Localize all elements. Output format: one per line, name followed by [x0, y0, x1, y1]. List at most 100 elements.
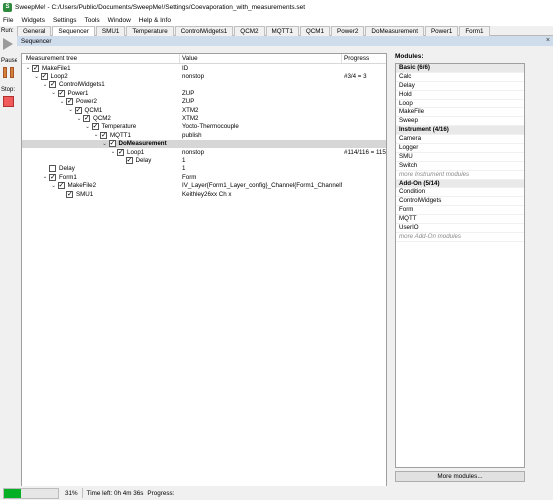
more-modules-link[interactable]: more Add-On modules	[396, 233, 524, 242]
module-item[interactable]: Camera	[396, 135, 524, 145]
tree-name-cell: SMU1	[22, 190, 180, 198]
tree-row[interactable]: ⌄ Power2 ZUP	[22, 98, 386, 106]
chevron-down-icon[interactable]: ⌄	[92, 132, 100, 138]
menu-widgets[interactable]: Widgets	[21, 17, 44, 24]
tree-row[interactable]: ⌄ Temperature Yocto-Thermocouple	[22, 123, 386, 131]
chevron-down-icon[interactable]: ⌄	[75, 116, 83, 122]
tree-row[interactable]: ⌄ ControlWidgets1	[22, 81, 386, 89]
tree-row[interactable]: ⌄ QCM2 XTM2	[22, 114, 386, 123]
tree-checkbox[interactable]	[74, 106, 82, 114]
module-item[interactable]: Condition	[396, 188, 524, 198]
tree-checkbox[interactable]	[91, 123, 99, 131]
tree-row[interactable]: Delay 1	[22, 156, 386, 164]
chevron-down-icon[interactable]: ⌄	[58, 99, 66, 105]
tree-checkbox[interactable]	[108, 140, 116, 148]
tab-form1[interactable]: Form1	[459, 26, 490, 36]
module-item[interactable]: Delay	[396, 82, 524, 91]
sequencer-panel-header: Sequencer ×	[17, 36, 553, 46]
tree-checkbox[interactable]	[66, 190, 73, 198]
status-divider	[81, 488, 83, 498]
run-play-icon[interactable]	[3, 38, 13, 50]
more-modules-button[interactable]: More modules...	[395, 471, 525, 482]
menu-help-info[interactable]: Help & Info	[139, 17, 171, 24]
tree-row[interactable]: SMU1 Keithley26xx Ch x	[22, 190, 386, 198]
chevron-down-icon[interactable]: ⌄	[41, 174, 49, 180]
chevron-down-icon[interactable]: ⌄	[50, 183, 58, 189]
tree-checkbox[interactable]	[49, 173, 56, 181]
tree-checkbox[interactable]	[117, 148, 124, 156]
tree-checkbox[interactable]	[57, 89, 65, 97]
tree-row[interactable]: ⌄ MQTT1 publish	[22, 131, 386, 139]
module-item[interactable]: MQTT	[396, 215, 524, 225]
tree-row[interactable]: ⌄ MakeFile1 ID	[22, 64, 386, 72]
module-category-header[interactable]: Instrument (4/16)	[396, 126, 524, 136]
module-item[interactable]: MakeFile	[396, 108, 524, 118]
tree-checkbox[interactable]	[57, 182, 65, 190]
tree-row[interactable]: ⌄ Loop2 nonstop #3/4 = 3	[22, 72, 386, 81]
tab-power2[interactable]: Power2	[331, 26, 365, 36]
tree-row[interactable]: ⌄ QCM1 XTM2	[22, 106, 386, 114]
tree-row[interactable]: ⌄ Form1 Form	[22, 173, 386, 181]
tree-value-cell: XTM2	[182, 115, 199, 123]
module-item[interactable]: Loop	[396, 100, 524, 109]
tree-row[interactable]: ⌄ MakeFile2 IV_Layer{Form1_Layer_config}_C…	[22, 181, 386, 190]
tree-name-cell: Delay	[22, 156, 180, 164]
module-item[interactable]: ControlWidgets	[396, 197, 524, 207]
module-category-header[interactable]: Basic (6/6)	[396, 64, 524, 73]
stop-icon[interactable]	[3, 96, 14, 107]
menu-file[interactable]: File	[3, 17, 13, 24]
tree-checkbox[interactable]	[66, 98, 73, 106]
header-value[interactable]: Value	[180, 54, 342, 63]
measurement-tree[interactable]: Measurement tree Value Progress ⌄MakeFil…	[21, 53, 387, 489]
panel-title: Sequencer	[21, 37, 52, 45]
module-item[interactable]: Sweep	[396, 117, 524, 127]
tree-checkbox[interactable]	[40, 73, 48, 81]
module-item[interactable]: SMU	[396, 153, 524, 162]
header-progress[interactable]: Progress	[342, 54, 386, 63]
tree-checkbox[interactable]	[125, 156, 133, 164]
menu-settings[interactable]: Settings	[53, 17, 77, 24]
tree-checkbox[interactable]	[49, 81, 56, 89]
close-icon[interactable]: ×	[546, 37, 550, 44]
pause-icon[interactable]	[3, 67, 14, 78]
tab-temperature[interactable]: Temperature	[126, 26, 174, 36]
tab-power1[interactable]: Power1	[424, 26, 459, 36]
module-item[interactable]: UserIO	[396, 224, 524, 233]
tab-controlwidgets1[interactable]: ControlWidgets1	[174, 26, 234, 36]
module-item[interactable]: Calc	[396, 73, 524, 82]
chevron-down-icon[interactable]: ⌄	[50, 90, 58, 96]
tree-checkbox[interactable]	[83, 115, 90, 123]
module-category-header[interactable]: Add-On (5/14)	[396, 179, 524, 189]
modules-list[interactable]: Basic (6/6) Calc Delay Hold Loop MakeFile Swee…	[395, 63, 525, 468]
menu-tools[interactable]: Tools	[84, 17, 99, 24]
chevron-down-icon[interactable]: ⌄	[84, 124, 92, 130]
module-item[interactable]: Hold	[396, 91, 524, 100]
header-measurement-tree[interactable]: Measurement tree	[22, 54, 180, 63]
tab-general[interactable]: General	[17, 26, 52, 36]
tab-qcm2[interactable]: QCM2	[234, 26, 265, 36]
chevron-down-icon[interactable]: ⌄	[24, 65, 32, 71]
chevron-down-icon[interactable]: ⌄	[109, 149, 117, 155]
title-bar: S SweepMe! - C:/Users/Public/Documents/S…	[0, 0, 553, 14]
tree-checkbox[interactable]	[32, 64, 39, 72]
menu-window[interactable]: Window	[108, 17, 131, 24]
tree-checkbox[interactable]	[100, 131, 107, 139]
tree-row[interactable]: ⌄ Loop1 nonstop #114/116 = 115	[22, 148, 386, 156]
tab-sequencer[interactable]: Sequencer	[52, 26, 95, 36]
chevron-down-icon[interactable]: ⌄	[67, 107, 75, 113]
chevron-down-icon[interactable]: ⌄	[33, 74, 41, 80]
tab-qcm1[interactable]: QCM1	[299, 26, 331, 36]
more-modules-link[interactable]: more Instrument modules	[396, 171, 524, 180]
module-item[interactable]: Form	[396, 206, 524, 216]
tab-smu1[interactable]: SMU1	[95, 26, 126, 36]
tab-mqtt1[interactable]: MQTT1	[265, 26, 299, 36]
module-item[interactable]: Switch	[396, 162, 524, 171]
tree-row[interactable]: ⌄ DoMeasurement	[22, 139, 386, 148]
tree-checkbox[interactable]	[49, 165, 56, 173]
tree-row[interactable]: Delay 1	[22, 165, 386, 173]
tab-domeasurement[interactable]: DoMeasurement	[365, 26, 424, 36]
chevron-down-icon[interactable]: ⌄	[101, 141, 109, 147]
tree-row[interactable]: ⌄ Power1 ZUP	[22, 89, 386, 97]
chevron-down-icon[interactable]: ⌄	[41, 82, 49, 88]
module-item[interactable]: Logger	[396, 144, 524, 153]
